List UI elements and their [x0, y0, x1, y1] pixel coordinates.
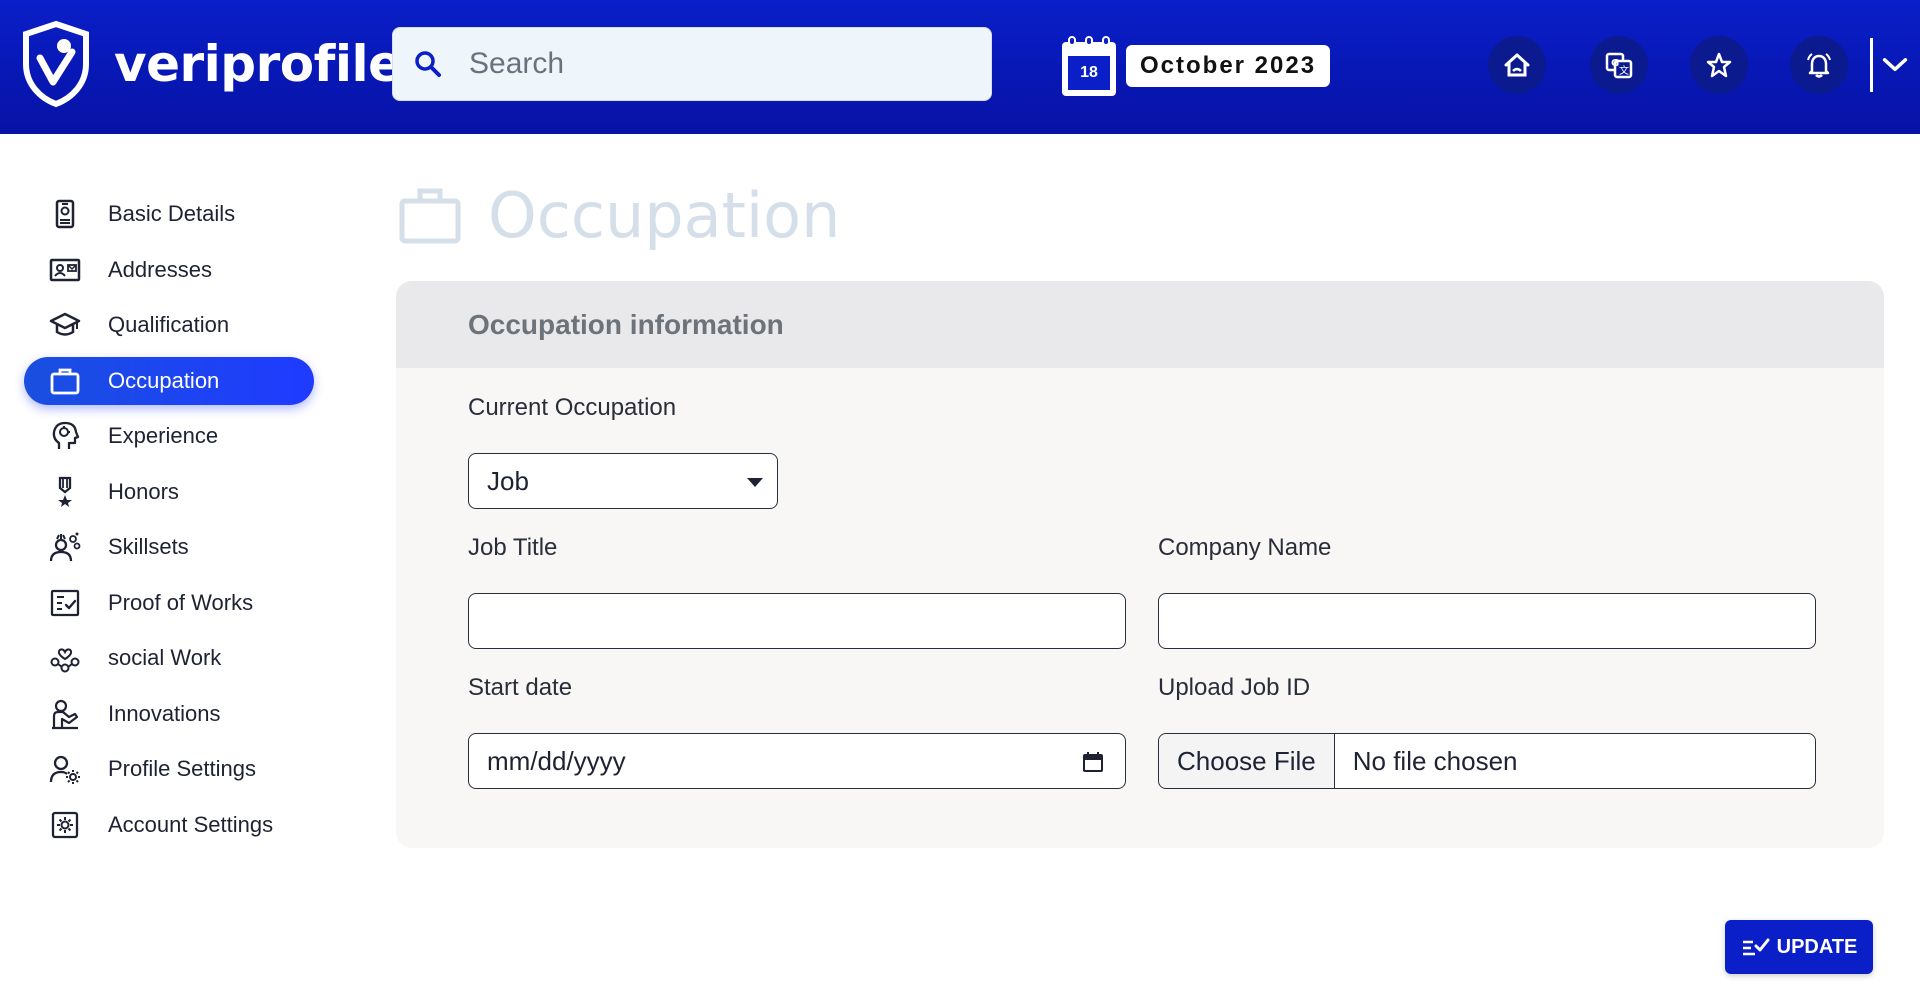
search-icon: [415, 51, 441, 77]
current-occupation-label: Current Occupation: [468, 394, 677, 421]
shield-check-icon: [23, 20, 89, 108]
start-date-placeholder: mm/dd/yyyy: [487, 745, 626, 776]
home-button[interactable]: [1488, 36, 1546, 94]
briefcase-icon: [48, 364, 82, 398]
sidebar-item-label: Experience: [108, 423, 219, 448]
current-occupation-select[interactable]: Job: [468, 453, 778, 509]
date-widget: 18 October 2023: [1062, 34, 1331, 98]
chevron-down-icon: [1882, 58, 1908, 72]
sidebar-item-addresses[interactable]: Addresses: [24, 246, 314, 294]
current-month: October 2023: [1126, 45, 1331, 87]
briefcase-icon: [399, 188, 461, 244]
top-navbar: veriprofile 18 October 2023 G 文: [0, 0, 1920, 134]
start-date-input[interactable]: mm/dd/yyyy: [468, 733, 1126, 789]
sidebar-item-label: Skillsets: [108, 534, 189, 559]
page-title: Occupation: [488, 178, 841, 252]
sidebar-item-label: Occupation: [108, 367, 220, 393]
job-title-label: Job Title: [468, 534, 558, 561]
sidebar-item-honors[interactable]: Honors: [24, 468, 314, 516]
company-name-input[interactable]: [1158, 593, 1816, 649]
sidebar-item-experience[interactable]: Experience: [24, 412, 314, 460]
sidebar-item-qualification[interactable]: Qualification: [24, 301, 314, 349]
page-heading: Occupation: [398, 175, 840, 255]
calendar-icon: 18: [1062, 36, 1116, 96]
star-icon: [1706, 52, 1732, 78]
sidebar-item-label: Qualification: [108, 312, 230, 337]
list-check-icon: [1742, 938, 1770, 956]
sidebar-item-profile-settings[interactable]: Profile Settings: [24, 745, 314, 793]
upload-job-id-input[interactable]: Choose File No file chosen: [1158, 733, 1816, 789]
bell-icon: [1807, 53, 1831, 78]
sidebar-item-label: Innovations: [108, 700, 221, 726]
sidebar-item-proof-of-works[interactable]: Proof of Works: [24, 579, 314, 627]
sidebar-item-label: social Work: [108, 645, 222, 670]
search-input[interactable]: [469, 47, 969, 81]
brand-name: veriprofile: [114, 35, 402, 93]
home-icon: [1504, 53, 1530, 77]
upload-job-id-label: Upload Job ID: [1158, 674, 1311, 701]
translate-button[interactable]: G 文: [1590, 36, 1648, 94]
brain-head-icon: [48, 419, 82, 453]
skills-person-icon: [48, 530, 82, 564]
company-name-label: Company Name: [1158, 534, 1332, 561]
favorites-button[interactable]: [1690, 36, 1748, 94]
notifications-button[interactable]: [1790, 36, 1848, 94]
sidebar-item-skillsets[interactable]: Skillsets: [24, 523, 314, 571]
current-occupation-value: Job: [487, 465, 529, 496]
brand-logo[interactable]: veriprofile: [20, 20, 402, 108]
sidebar-item-account-settings[interactable]: Account Settings: [24, 801, 314, 849]
card-header: Occupation information: [396, 281, 1884, 368]
settings-box-icon: [48, 808, 82, 842]
sidebar-item-innovations[interactable]: Innovations: [24, 690, 314, 738]
calendar-picker-icon[interactable]: [1081, 750, 1105, 774]
sidebar-item-label: Profile Settings: [108, 756, 256, 781]
card-title: Occupation information: [468, 308, 784, 340]
address-card-icon: [48, 253, 82, 287]
sidebar-item-label: Honors: [108, 478, 179, 504]
job-title-input[interactable]: [468, 593, 1126, 649]
account-menu-toggle[interactable]: [1878, 50, 1912, 80]
sidebar-item-label: Account Settings: [108, 811, 274, 837]
checklist-icon: [48, 586, 82, 620]
user-gear-icon: [48, 752, 82, 786]
search-bar[interactable]: [392, 27, 992, 101]
sidebar-item-label: Basic Details: [108, 201, 236, 226]
update-label: UPDATE: [1776, 935, 1858, 958]
start-date-label: Start date: [468, 674, 573, 701]
sidebar: Basic Details Addresses Qualification Oc…: [24, 190, 314, 856]
sidebar-item-label: Addresses: [108, 256, 212, 282]
caret-down-icon: [747, 478, 763, 487]
hands-heart-icon: [48, 641, 82, 675]
occupation-card: Occupation information Current Occupatio…: [396, 281, 1884, 848]
update-button[interactable]: UPDATE: [1725, 920, 1873, 974]
header-divider: [1870, 38, 1873, 92]
innovation-icon: [48, 697, 82, 731]
sidebar-item-social-work[interactable]: social Work: [24, 634, 314, 682]
id-badge-icon: [48, 197, 82, 231]
calendar-day: 18: [1068, 56, 1110, 90]
sidebar-item-label: Proof of Works: [108, 589, 254, 615]
graduation-cap-icon: [48, 308, 82, 342]
medal-icon: [48, 475, 82, 509]
file-status: No file chosen: [1352, 745, 1518, 776]
choose-file-button[interactable]: Choose File: [1159, 734, 1335, 788]
sidebar-item-occupation[interactable]: Occupation: [24, 356, 314, 405]
svg-text:G: G: [1611, 58, 1619, 69]
svg-text:文: 文: [1619, 64, 1629, 77]
sidebar-item-basic-details[interactable]: Basic Details: [24, 190, 314, 238]
translate-icon: G 文: [1605, 52, 1633, 79]
